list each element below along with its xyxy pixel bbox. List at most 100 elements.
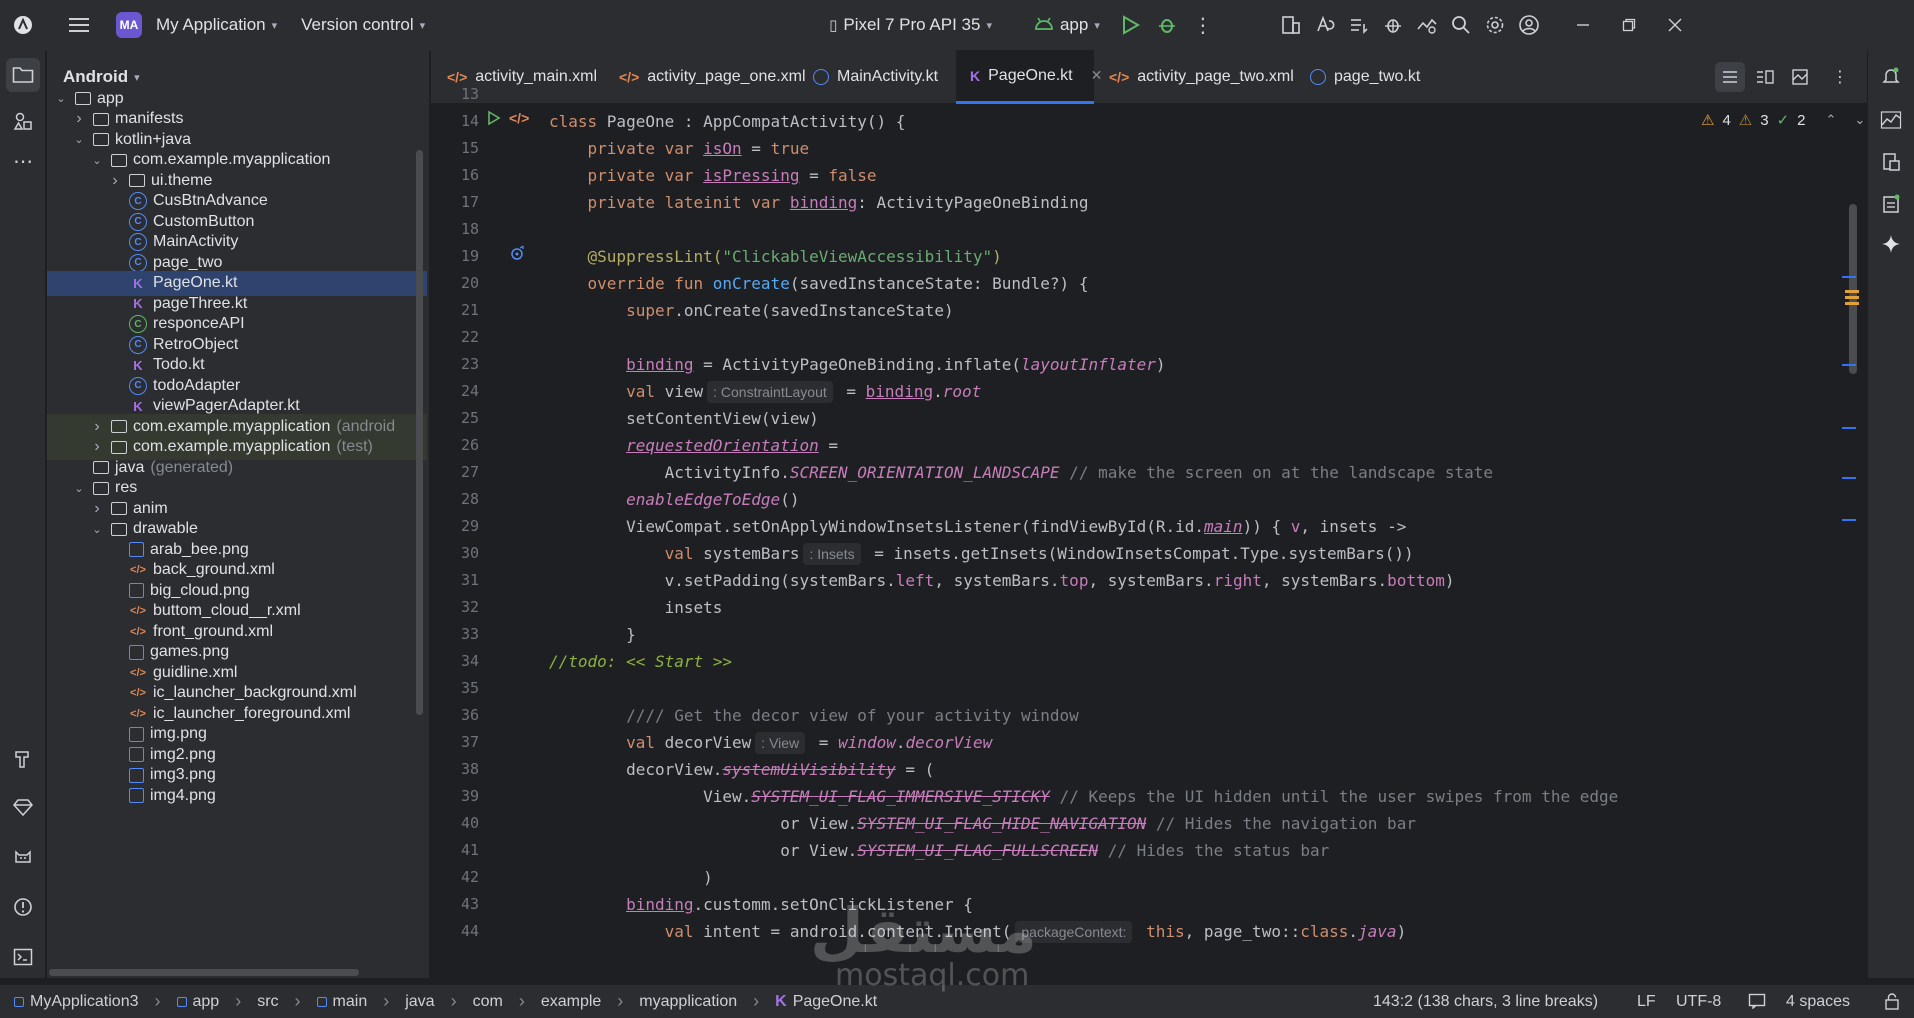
watermark-url: mostaql.com — [835, 958, 1030, 993]
warning-marker[interactable] — [1845, 290, 1859, 293]
layout-icon[interactable] — [1274, 8, 1308, 42]
running-devices-icon[interactable] — [1875, 146, 1907, 178]
more-tools-icon[interactable]: ⋯ — [6, 144, 40, 178]
problems-icon[interactable] — [6, 890, 40, 924]
editor-vertical-scrollbar[interactable] — [1849, 204, 1857, 374]
readonly-toggle-icon[interactable] — [1748, 993, 1766, 1014]
notifications-icon[interactable] — [1875, 60, 1907, 92]
run-config-selector[interactable]: app ▾ — [1034, 15, 1100, 35]
change-marker[interactable] — [1842, 519, 1856, 521]
breadcrumb-item[interactable]: example — [541, 993, 601, 1011]
line-separator[interactable]: LF — [1637, 993, 1656, 1011]
breadcrumb-item[interactable]: main — [316, 992, 368, 1011]
breadcrumb-item[interactable]: src — [257, 993, 278, 1011]
breadcrumb-item[interactable]: K PageOne.kt — [775, 993, 877, 1011]
editor-tab[interactable]: K PageOne.kt ✕ — [956, 50, 1102, 104]
sync-icon[interactable] — [1342, 8, 1376, 42]
search-icon[interactable] — [1444, 8, 1478, 42]
project-selector[interactable]: MA My Application ▾ — [116, 12, 277, 38]
run-gutter-icon[interactable] — [487, 110, 501, 129]
breadcrumb-label: example — [540, 992, 602, 1010]
gemini-icon[interactable] — [1875, 228, 1907, 260]
caret-position[interactable]: 143:2 (138 chars, 3 line breaks) — [1373, 993, 1598, 1011]
tree-item-label: front_ground.xml — [153, 622, 274, 640]
chevron-up-icon[interactable]: ⌃ — [1826, 112, 1837, 128]
device-explorer-icon[interactable] — [1875, 188, 1907, 220]
chevron-right-icon[interactable]: › — [89, 500, 105, 518]
gem-icon[interactable] — [6, 790, 40, 824]
resource-manager-icon[interactable] — [6, 104, 40, 138]
change-marker[interactable] — [1842, 364, 1856, 366]
hamburger-menu-icon[interactable] — [62, 8, 96, 42]
editor-tab[interactable]: page_two.kt — [1296, 50, 1446, 104]
chevron-down-icon[interactable]: ⌄ — [89, 154, 105, 167]
code-line-29: ViewCompat.setOnApplyWindowInsetsListene… — [549, 513, 1406, 540]
chevron-down-icon: ▾ — [419, 19, 426, 32]
settings-icon[interactable] — [1478, 8, 1512, 42]
breadcrumb-item[interactable]: MyApplication3 — [14, 993, 139, 1011]
warning-marker[interactable] — [1845, 296, 1859, 299]
chevron-right-icon[interactable]: › — [89, 438, 105, 456]
breadcrumb-item[interactable]: com — [473, 993, 503, 1011]
tree-item[interactable]: img4.png — [47, 783, 427, 808]
chevron-right-icon[interactable]: › — [107, 172, 123, 190]
debug-icon[interactable] — [1150, 8, 1184, 42]
folder-icon[interactable] — [6, 58, 40, 92]
chevron-down-icon[interactable]: ⌄ — [53, 92, 69, 105]
editor-tab[interactable]: MainActivity.kt — [799, 50, 947, 104]
chevron-down-icon: ▾ — [1094, 19, 1100, 32]
android-studio-logo-icon[interactable] — [6, 8, 40, 42]
version-control-menu[interactable]: Version control ▾ — [301, 15, 425, 35]
gradle-icon[interactable] — [1376, 8, 1410, 42]
inspection-widget[interactable]: ⚠ 4 ⚠ 3 ✓ 2 ⌃ ⌄ — [1701, 108, 1865, 132]
change-marker[interactable] — [1842, 477, 1856, 479]
device-manager-icon[interactable] — [1875, 104, 1907, 136]
chevron-down-icon[interactable]: ⌄ — [1854, 112, 1865, 128]
breadcrumb-item[interactable]: myapplication — [639, 993, 737, 1011]
change-marker[interactable] — [1842, 276, 1856, 278]
change-marker[interactable] — [1842, 427, 1856, 429]
device-selector[interactable]: ▯ Pixel 7 Pro API 35 ▾ — [829, 15, 992, 35]
split-view-icon[interactable] — [1750, 62, 1780, 92]
kotlin-class-icon: C — [129, 233, 147, 251]
profiler-icon[interactable] — [1410, 8, 1444, 42]
close-icon[interactable] — [1658, 8, 1692, 42]
project-badge: MA — [116, 12, 142, 38]
breadcrumb-label: main — [332, 992, 368, 1010]
override-gutter-icon[interactable] — [509, 245, 525, 264]
chevron-down-icon[interactable]: ⌄ — [71, 482, 87, 495]
more-icon[interactable]: ⋮ — [1186, 8, 1220, 42]
minimize-icon[interactable] — [1566, 8, 1600, 42]
tree-item-suffix: (test) — [336, 438, 373, 455]
chevron-down-icon[interactable]: ⌄ — [71, 133, 87, 146]
project-horizontal-scrollbar[interactable] — [49, 969, 359, 976]
chevron-right-icon[interactable]: › — [71, 110, 87, 128]
indent-setting[interactable]: 4 spaces — [1786, 993, 1850, 1011]
code-token: private lateinit var — [587, 193, 790, 212]
xml-file-icon: </> — [1109, 69, 1130, 85]
chevron-right-icon[interactable]: › — [89, 418, 105, 436]
editor-tab[interactable]: </> activity_page_two.xml — [1095, 50, 1294, 104]
run-icon[interactable] — [1114, 8, 1148, 42]
code-gutter-icon[interactable]: </> — [509, 110, 529, 126]
editor-tab[interactable]: </> activity_page_one.xml — [605, 50, 806, 104]
file-encoding[interactable]: UTF-8 — [1676, 993, 1721, 1011]
logcat-icon[interactable] — [6, 840, 40, 874]
lock-icon[interactable] — [1884, 992, 1900, 1015]
breadcrumb-item[interactable]: app — [176, 993, 219, 1011]
code-token: or View. — [780, 841, 858, 860]
breadcrumb-item[interactable]: java — [405, 993, 434, 1011]
tabs-more-icon[interactable]: ⋮ — [1825, 62, 1855, 92]
maximize-icon[interactable] — [1612, 8, 1646, 42]
code-view-icon[interactable] — [1715, 62, 1745, 92]
warning-marker[interactable] — [1845, 302, 1859, 305]
code-token: , systemBars. — [934, 571, 1060, 590]
account-icon[interactable] — [1512, 8, 1546, 42]
chevron-down-icon[interactable]: ⌄ — [89, 523, 105, 536]
design-view-icon[interactable] — [1785, 62, 1815, 92]
translate-icon[interactable] — [1308, 8, 1342, 42]
code-area[interactable]: class PageOne : AppCompatActivity() { pr… — [549, 104, 1819, 978]
build-icon[interactable] — [6, 742, 40, 776]
terminal-icon[interactable] — [6, 940, 40, 974]
project-vertical-scrollbar[interactable] — [416, 150, 423, 715]
